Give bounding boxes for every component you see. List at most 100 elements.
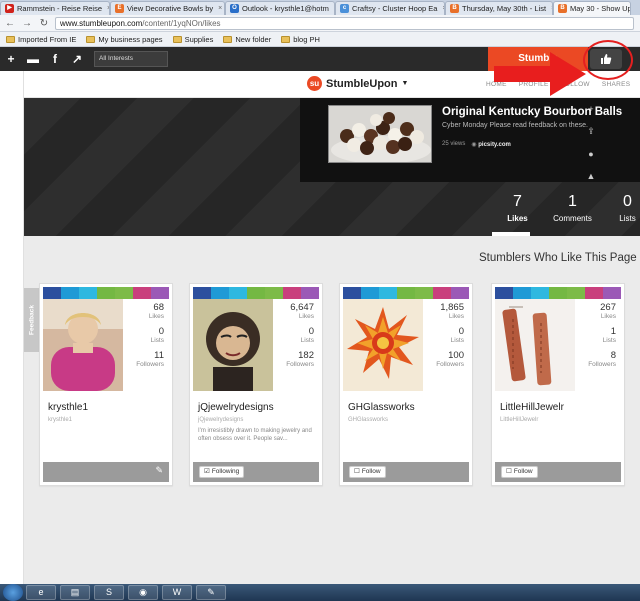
stat-comments[interactable]: 1 Comments: [545, 193, 600, 223]
paint-icon[interactable]: ✎: [196, 585, 226, 600]
section-title: Stumblers Who Like This Page: [479, 252, 637, 264]
likes-count: 6,647: [290, 302, 314, 313]
color-stripes: [343, 287, 469, 299]
stat-lists[interactable]: 0 Lists: [600, 193, 640, 223]
stat-value: 7: [513, 193, 522, 210]
word-icon[interactable]: W: [162, 585, 192, 600]
feedback-tab[interactable]: Feedback: [24, 288, 40, 352]
page-subtitle: Cyber Monday Please read feedback on the…: [442, 122, 588, 129]
user-name[interactable]: GHGlassworks: [348, 402, 415, 413]
tab-label: Rammstein - Reise Reise: [17, 4, 103, 13]
interests-select[interactable]: All Interests: [94, 51, 168, 67]
likes-count: 267: [600, 302, 616, 313]
nav-shares[interactable]: SHARES: [602, 81, 631, 88]
reload-icon[interactable]: ↻: [38, 18, 50, 29]
stat-label: Likes: [507, 214, 528, 223]
user-card[interactable]: 1,865 Likes 0 Lists 100 Followers GHGlasswo…: [339, 283, 473, 486]
browser-tab[interactable]: cCraftsy - Cluster Hoop Ea×: [335, 1, 445, 15]
likes-label: Likes: [600, 313, 616, 320]
likes-count: 1,865: [440, 302, 464, 313]
bookmark-item[interactable]: Imported From IE: [6, 35, 76, 44]
bookmark-item[interactable]: New folder: [223, 35, 271, 44]
bookmark-item[interactable]: blog PH: [281, 35, 320, 44]
browser-tab[interactable]: OOutlook - krysthle1@hotm×: [225, 1, 335, 15]
ie-icon[interactable]: e: [26, 585, 56, 600]
user-name[interactable]: jQjewelrydesigns: [198, 402, 274, 413]
avatar[interactable]: [193, 299, 273, 391]
start-icon[interactable]: [3, 584, 23, 601]
lists-count: 0: [458, 326, 464, 337]
page-views: 25 views: [442, 141, 466, 147]
browser-tab[interactable]: ▶Rammstein - Reise Reise×: [0, 1, 110, 15]
folder-icon: [223, 35, 233, 43]
followers-count: 182: [298, 350, 314, 361]
back-icon[interactable]: ←: [4, 18, 16, 29]
browser-tab[interactable]: E View Decorative Bowls by ×: [110, 1, 225, 15]
user-card[interactable]: 267 Likes 1 Lists 8 Followers LittleHillJew…: [491, 283, 625, 486]
lists-label: Lists: [150, 337, 164, 344]
browser-tab-active[interactable]: B May 30 - Show Up: [553, 1, 631, 15]
user-handle: jQjewelrydesigns: [198, 417, 244, 423]
likes-label: Likes: [448, 313, 464, 320]
facebook-icon[interactable]: f: [44, 52, 66, 66]
user-stats: 267 Likes 1 Lists 8 Followers: [578, 302, 616, 374]
globe-icon: ◉: [471, 142, 477, 148]
bookmark-item[interactable]: Supplies: [172, 35, 213, 44]
browser-tab[interactable]: BThursday, May 30th - List×: [445, 1, 553, 15]
bookmark-label: My business pages: [98, 34, 163, 44]
lists-label: Lists: [602, 337, 616, 344]
tab-label: Thursday, May 30th - List: [462, 4, 547, 13]
card-footer: ☑ Following: [193, 462, 319, 482]
stat-value: 1: [568, 193, 577, 210]
logo-text: StumbleUpon: [326, 77, 398, 90]
avatar[interactable]: [343, 299, 423, 391]
user-stats: 1,865 Likes 0 Lists 100 Followers: [426, 302, 464, 374]
user-name[interactable]: LittleHillJewelr: [500, 402, 564, 413]
avatar[interactable]: [43, 299, 123, 391]
user-card[interactable]: 6,647 Likes 0 Lists 182 Followers jQjewelry…: [189, 283, 323, 486]
share-icon[interactable]: ↗: [66, 52, 88, 66]
forward-icon[interactable]: →: [21, 18, 33, 29]
followers-label: Followers: [136, 361, 164, 368]
explorer-icon[interactable]: ▤: [60, 585, 90, 600]
folder-icon: [86, 35, 96, 43]
user-card[interactable]: 68 Likes 0 Lists 11 Followers krysthle1 kry…: [39, 283, 173, 486]
card-footer: ☐ Follow: [495, 462, 621, 482]
tab-label: May 30 - Show Up: [570, 4, 631, 13]
stat-likes[interactable]: 7 Likes: [490, 193, 545, 223]
follow-button[interactable]: ☐ Follow: [501, 466, 538, 478]
user-handle: LittleHillJewelr: [500, 417, 539, 423]
followers-label: Followers: [286, 361, 314, 368]
likes-count: 68: [153, 302, 164, 313]
edit-icon[interactable]: ✎: [155, 465, 163, 476]
feedback-label: Feedback: [28, 305, 36, 335]
avatar[interactable]: [495, 299, 575, 391]
followers-count: 100: [448, 350, 464, 361]
follow-button[interactable]: ☐ Follow: [349, 466, 386, 478]
plus-icon[interactable]: +: [0, 52, 22, 66]
following-button[interactable]: ☑ Following: [199, 466, 245, 478]
follow-label: Follow: [361, 468, 381, 475]
craftsy-icon: c: [340, 4, 349, 13]
user-name[interactable]: krysthle1: [48, 402, 88, 413]
close-icon[interactable]: ×: [218, 5, 222, 12]
blogger-icon: B: [450, 4, 459, 13]
etsy-icon: E: [115, 4, 124, 13]
page-source[interactable]: ◉ picsity.com: [471, 141, 511, 148]
page-thumbnail[interactable]: [328, 105, 432, 163]
browser-tab-bar: ▶Rammstein - Reise Reise× EView Decorati…: [0, 0, 640, 15]
bookmark-label: blog PH: [293, 34, 320, 44]
stat-value: 0: [623, 193, 632, 210]
page-title[interactable]: Original Kentucky Bourbon Balls: [442, 106, 622, 118]
stumbleupon-logo[interactable]: su StumbleUpon ▼: [307, 76, 408, 91]
user-handle: GHGlassworks: [348, 417, 389, 423]
bookmark-item[interactable]: My business pages: [86, 34, 163, 44]
likes-section: Stumblers Who Like This Page Feedback 68…: [24, 236, 640, 584]
url-input[interactable]: www.stumbleupon.com/content/1yqNOn/likes: [55, 16, 634, 30]
warning-icon[interactable]: ▲: [584, 171, 598, 181]
skype-icon[interactable]: S: [94, 585, 124, 600]
comment-icon[interactable]: ●: [584, 149, 598, 159]
chrome-icon[interactable]: ◉: [128, 585, 158, 600]
comment-icon[interactable]: ▬: [22, 52, 44, 66]
checkbox-icon: ☐: [506, 468, 512, 475]
